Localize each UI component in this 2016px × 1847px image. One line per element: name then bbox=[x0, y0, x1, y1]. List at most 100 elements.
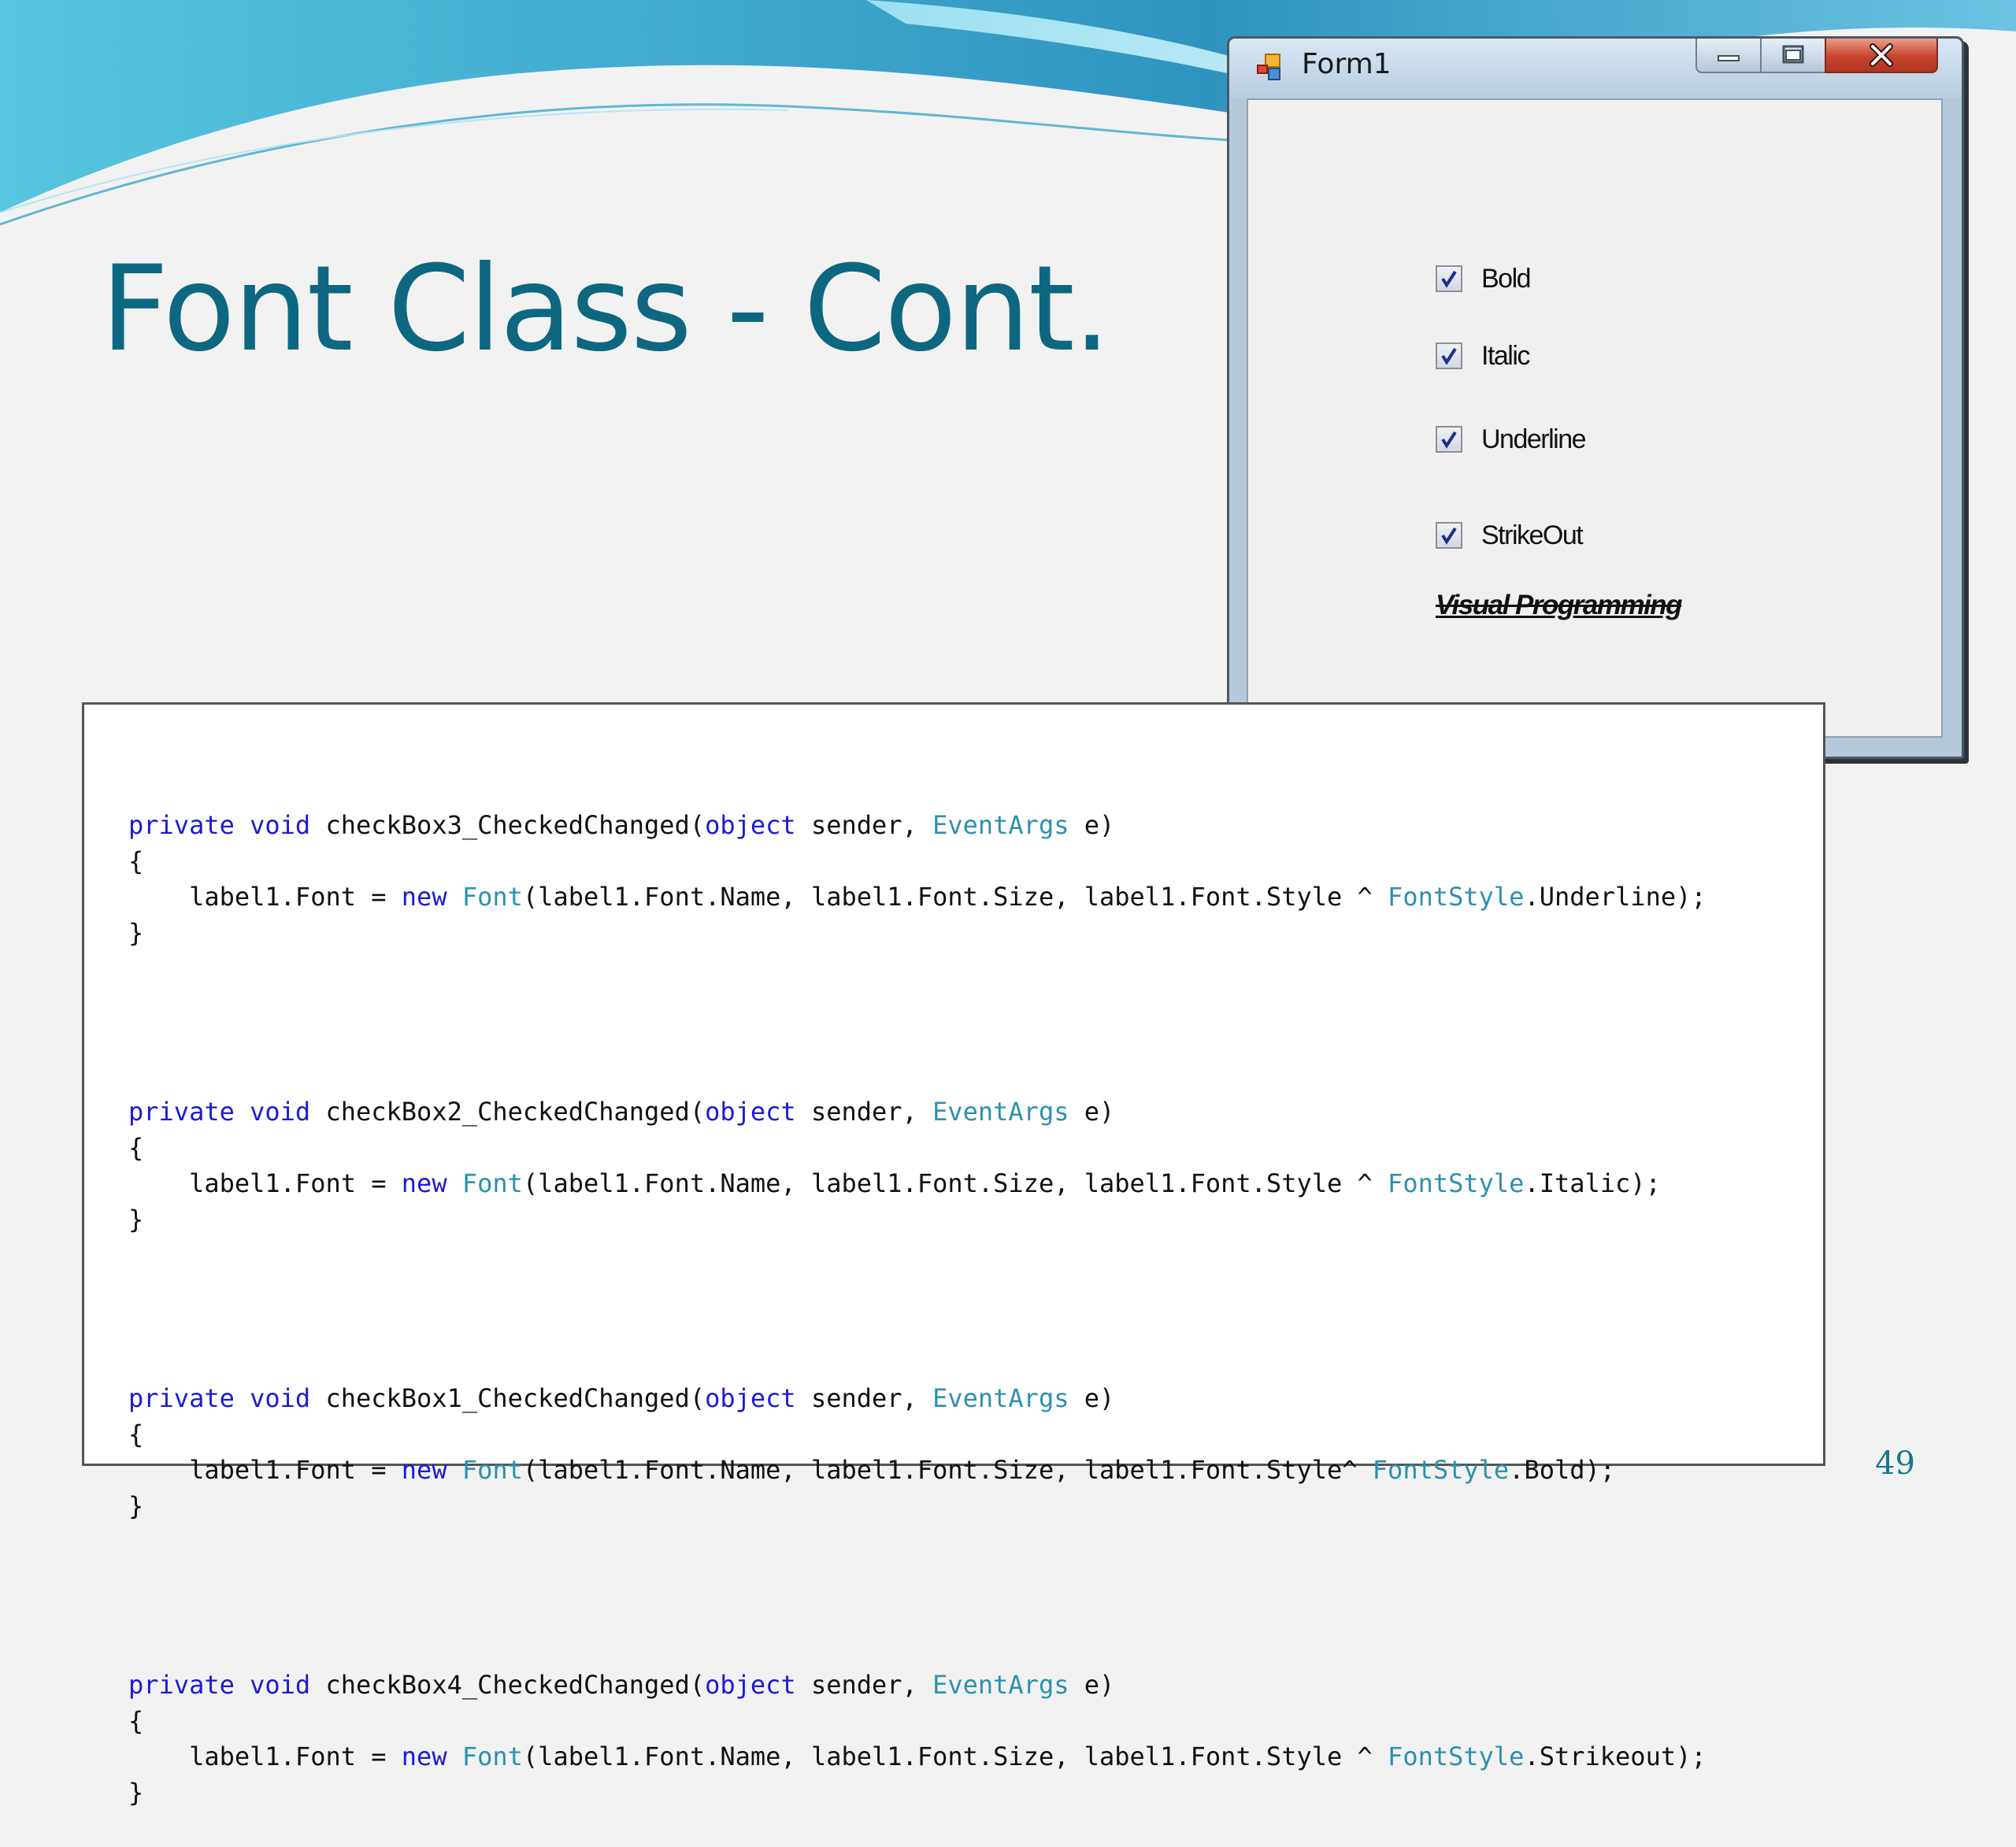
form1-window[interactable]: Form1 Bold Italic Underline StrikeOut Vi… bbox=[1227, 36, 1964, 759]
code-fontstyle-member: Bold bbox=[1524, 1455, 1585, 1485]
minimize-button[interactable] bbox=[1695, 39, 1762, 73]
code-text: e) bbox=[1069, 1097, 1115, 1127]
code-type: EventArgs bbox=[932, 810, 1069, 840]
code-operator: ^ bbox=[1357, 1742, 1388, 1771]
checkmark-icon bbox=[1441, 270, 1457, 288]
code-method-name: checkBox4_CheckedChanged bbox=[325, 1670, 690, 1700]
code-text: e) bbox=[1069, 1383, 1115, 1413]
code-text: (label1.Font.Name, label1.Font.Size, lab… bbox=[522, 1455, 1343, 1485]
code-text: sender, bbox=[795, 1670, 933, 1700]
code-type: EventArgs bbox=[932, 1097, 1069, 1127]
code-keyword: new bbox=[401, 1742, 447, 1771]
code-line-body: label1.Font = new Font(label1.Font.Name,… bbox=[128, 1168, 1661, 1198]
checkmark-icon bbox=[1441, 431, 1457, 449]
code-text: label1.Font = bbox=[128, 882, 402, 912]
underline-checkbox[interactable] bbox=[1436, 426, 1462, 453]
code-type: Font bbox=[461, 882, 523, 912]
code-type: Font bbox=[461, 1455, 523, 1485]
code-keyword: object bbox=[705, 1383, 796, 1413]
code-method-name: checkBox2_CheckedChanged bbox=[325, 1097, 690, 1127]
code-text: e) bbox=[1069, 810, 1115, 840]
code-method-name: checkBox3_CheckedChanged bbox=[325, 810, 690, 840]
code-keyword: new bbox=[401, 1168, 447, 1198]
code-line-brace-open: { bbox=[128, 1705, 144, 1736]
code-method: private void checkBox2_CheckedChanged(ob… bbox=[128, 1094, 1707, 1274]
code-line-brace-close: } bbox=[128, 1204, 144, 1234]
code-text: label1.Font = bbox=[128, 1455, 402, 1485]
code-keyword: new bbox=[401, 882, 447, 912]
code-text: label1.Font = bbox=[128, 1168, 402, 1198]
code-keyword: void bbox=[250, 1097, 311, 1127]
close-button[interactable] bbox=[1825, 39, 1938, 73]
window-titlebar[interactable]: Form1 bbox=[1229, 39, 1962, 98]
code-text: (label1.Font.Name, label1.Font.Size, lab… bbox=[522, 1742, 1343, 1771]
code-type: FontStyle bbox=[1388, 1168, 1525, 1198]
code-text: label1.Font = bbox=[128, 1742, 402, 1771]
code-type: EventArgs bbox=[932, 1383, 1069, 1413]
code-panel: private void checkBox3_CheckedChanged(ob… bbox=[82, 702, 1825, 1808]
bold-checkbox[interactable] bbox=[1436, 265, 1462, 292]
code-text: (label1.Font.Name, label1.Font.Size, lab… bbox=[522, 882, 1343, 912]
code-line-body: label1.Font = new Font(label1.Font.Name,… bbox=[128, 882, 1707, 912]
code-keyword: object bbox=[705, 1097, 796, 1127]
code-fontstyle-member: Strikeout bbox=[1539, 1742, 1677, 1771]
strikeout-checkbox[interactable] bbox=[1436, 522, 1462, 549]
code-line-signature: private void checkBox3_CheckedChanged(ob… bbox=[128, 810, 1115, 840]
code-method: private void checkBox1_CheckedChanged(ob… bbox=[128, 1381, 1707, 1560]
code-type: FontStyle bbox=[1372, 1455, 1510, 1485]
code-line-body: label1.Font = new Font(label1.Font.Name,… bbox=[128, 1455, 1616, 1485]
minimize-icon bbox=[1718, 55, 1740, 61]
bold-checkbox-label: Bold bbox=[1481, 263, 1532, 294]
code-text: e) bbox=[1069, 1670, 1115, 1700]
code-text: sender, bbox=[795, 1383, 933, 1413]
underline-checkbox-row[interactable]: Underline bbox=[1436, 421, 1587, 457]
code-keyword: private bbox=[128, 1670, 235, 1700]
code-keyword: new bbox=[401, 1455, 447, 1485]
code-text: ); bbox=[1630, 1168, 1661, 1198]
code-keyword: void bbox=[250, 810, 311, 840]
slide: Font Class - Cont. Form1 Bold Italic Und… bbox=[0, 0, 2016, 1808]
code-text: ); bbox=[1676, 1742, 1707, 1771]
code-keyword: private bbox=[128, 1097, 235, 1127]
italic-checkbox-row[interactable]: Italic bbox=[1436, 338, 1530, 374]
form-client-area: Bold Italic Underline StrikeOut Visual P… bbox=[1247, 98, 1943, 738]
code-type: FontStyle bbox=[1388, 1742, 1525, 1771]
bold-checkbox-row[interactable]: Bold bbox=[1436, 261, 1532, 297]
code-text: ); bbox=[1676, 882, 1707, 912]
winforms-app-icon bbox=[1257, 54, 1280, 80]
checkmark-icon bbox=[1441, 527, 1457, 545]
code-fontstyle-member: Underline bbox=[1539, 882, 1677, 912]
code-operator: ^ bbox=[1357, 882, 1388, 912]
code-type: EventArgs bbox=[932, 1670, 1069, 1700]
code-line-brace-close: } bbox=[128, 1777, 144, 1808]
code-method: private void checkBox3_CheckedChanged(ob… bbox=[128, 808, 1707, 987]
checkmark-icon bbox=[1441, 347, 1457, 365]
maximize-button[interactable] bbox=[1760, 39, 1826, 73]
code-operator: ^ bbox=[1342, 1455, 1373, 1485]
maximize-icon bbox=[1782, 45, 1804, 64]
code-text: (label1.Font.Name, label1.Font.Size, lab… bbox=[522, 1168, 1343, 1198]
code-keyword: object bbox=[705, 1670, 796, 1700]
italic-checkbox-label: Italic bbox=[1481, 340, 1530, 371]
code-operator: ^ bbox=[1357, 1168, 1388, 1198]
code-line-brace-open: { bbox=[128, 1132, 144, 1163]
code-keyword: private bbox=[128, 810, 235, 840]
code-keyword: void bbox=[250, 1383, 311, 1413]
code-line-brace-close: } bbox=[128, 1490, 144, 1521]
code-line-brace-open: { bbox=[128, 1419, 144, 1449]
strikeout-checkbox-row[interactable]: StrikeOut bbox=[1436, 517, 1584, 553]
underline-checkbox-label: Underline bbox=[1481, 424, 1587, 454]
code-text: ); bbox=[1584, 1455, 1616, 1485]
label1-sample-text: Visual Programming bbox=[1436, 590, 1683, 620]
code-line-signature: private void checkBox1_CheckedChanged(ob… bbox=[128, 1383, 1115, 1413]
code-text: sender, bbox=[795, 810, 933, 840]
code-type: Font bbox=[461, 1168, 523, 1198]
code-keyword: object bbox=[705, 810, 796, 840]
page-number: 49 bbox=[1875, 1445, 1915, 1482]
code-method: private void checkBox4_CheckedChanged(ob… bbox=[128, 1667, 1707, 1811]
code-line-signature: private void checkBox4_CheckedChanged(ob… bbox=[128, 1670, 1115, 1700]
italic-checkbox[interactable] bbox=[1436, 342, 1462, 369]
